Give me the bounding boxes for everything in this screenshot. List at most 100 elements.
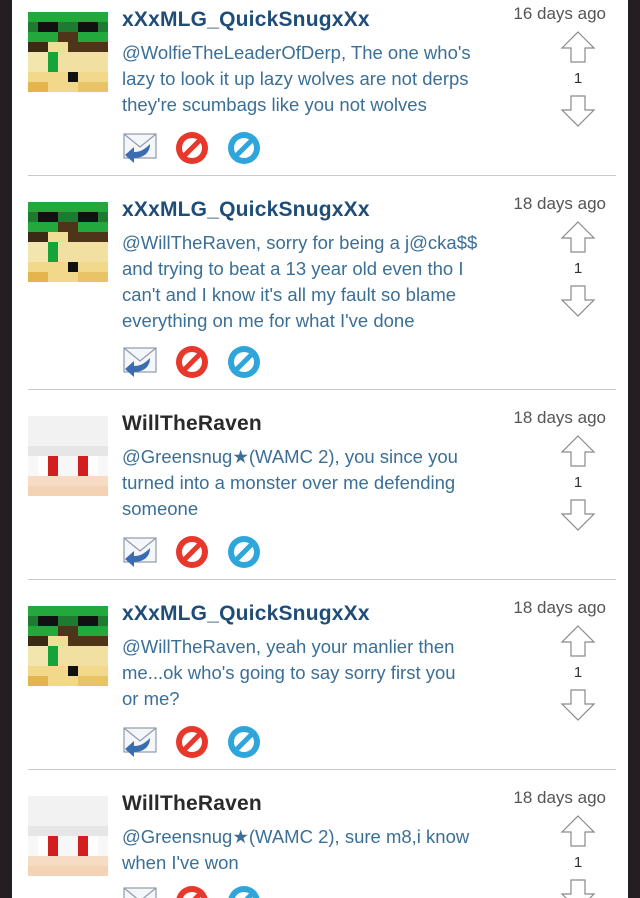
timestamp: 18 days ago: [513, 408, 606, 427]
comment-line: everything on me for what I've done: [122, 310, 415, 331]
comment-body: @WillTheRaven, sorry for being a j@cka$$…: [122, 230, 532, 334]
divider: [28, 175, 616, 176]
block-icon: [228, 536, 260, 568]
block-button[interactable]: [226, 884, 262, 898]
upvote-arrow-icon[interactable]: [560, 220, 596, 254]
reply-button[interactable]: [122, 884, 158, 898]
comment-body: @Greensnug★(WAMC 2), sure m8,i know when…: [122, 824, 532, 876]
divider: [28, 389, 616, 390]
avatar[interactable]: [28, 416, 108, 496]
vote-score: 1: [573, 474, 583, 491]
block-button[interactable]: [226, 130, 262, 166]
comment-line: @WillTheRaven, sorry for being a j@cka$$: [122, 232, 478, 253]
comment-line: turned into a monster over me defending: [122, 472, 456, 493]
comment-line: can't and I know it's all my fault so bl…: [122, 284, 457, 305]
upvote-arrow-icon[interactable]: [560, 814, 596, 848]
reply-icon: [123, 133, 157, 163]
flag-button[interactable]: [174, 344, 210, 380]
downvote-arrow-icon[interactable]: [560, 94, 596, 128]
vote-control: 1: [558, 30, 598, 128]
reply-icon: [123, 887, 157, 898]
username[interactable]: xXxMLG_QuickSnugxXx: [122, 602, 370, 626]
reply-icon: [123, 537, 157, 567]
comment-line: @Greensnug★(WAMC 2), you since you: [122, 446, 458, 467]
reply-button[interactable]: [122, 130, 158, 166]
comment-body: @WillTheRaven, yeah your manlier then me…: [122, 634, 532, 712]
upvote-arrow-icon[interactable]: [560, 434, 596, 468]
downvote-arrow-icon[interactable]: [560, 688, 596, 722]
vote-score: 1: [573, 664, 583, 681]
flag-button[interactable]: [174, 884, 210, 898]
flag-button[interactable]: [174, 724, 210, 760]
reply-button[interactable]: [122, 344, 158, 380]
username[interactable]: WillTheRaven: [122, 412, 262, 436]
no-entry-icon: [176, 132, 208, 164]
vote-score: 1: [573, 70, 583, 87]
downvote-arrow-icon[interactable]: [560, 498, 596, 532]
timestamp: 18 days ago: [513, 194, 606, 213]
comment-item: xXxMLG_QuickSnugxXx 18 days ago @WillThe…: [12, 190, 628, 390]
block-icon: [228, 726, 260, 758]
comment-actions: [122, 534, 278, 570]
vote-score: 1: [573, 854, 583, 871]
avatar[interactable]: [28, 606, 108, 686]
comment-actions: [122, 884, 278, 898]
block-icon: [228, 132, 260, 164]
comment-item: xXxMLG_QuickSnugxXx 16 days ago @WolfieT…: [12, 0, 628, 176]
downvote-arrow-icon[interactable]: [560, 284, 596, 318]
block-button[interactable]: [226, 724, 262, 760]
comment-body: @Greensnug★(WAMC 2), you since you turne…: [122, 444, 532, 522]
block-icon: [228, 346, 260, 378]
no-entry-icon: [176, 536, 208, 568]
comment-actions: [122, 130, 278, 166]
reply-icon: [123, 347, 157, 377]
divider: [28, 579, 616, 580]
reply-button[interactable]: [122, 534, 158, 570]
comment-item: xXxMLG_QuickSnugxXx 18 days ago @WillThe…: [12, 594, 628, 770]
comment-line: or me?: [122, 688, 180, 709]
avatar-mlg-icon: [28, 202, 108, 282]
avatar-mlg-icon: [28, 12, 108, 92]
comment-line: lazy to look it up lazy wolves are not d…: [122, 68, 469, 89]
avatar[interactable]: [28, 202, 108, 282]
avatar-mlg-icon: [28, 606, 108, 686]
username[interactable]: xXxMLG_QuickSnugxXx: [122, 198, 370, 222]
timestamp: 16 days ago: [513, 4, 606, 23]
no-entry-icon: [176, 346, 208, 378]
username[interactable]: WillTheRaven: [122, 792, 262, 816]
downvote-arrow-icon[interactable]: [560, 878, 596, 898]
vote-control: 1: [558, 814, 598, 898]
comment-line: @WolfieTheLeaderOfDerp, The one who's: [122, 42, 471, 63]
timestamp: 18 days ago: [513, 788, 606, 807]
avatar-raven-icon: [28, 796, 108, 876]
no-entry-icon: [176, 886, 208, 898]
comment-line: they're scumbags like you not wolves: [122, 94, 427, 115]
flag-button[interactable]: [174, 534, 210, 570]
vote-control: 1: [558, 434, 598, 532]
upvote-arrow-icon[interactable]: [560, 624, 596, 658]
block-icon: [228, 886, 260, 898]
reply-icon: [123, 727, 157, 757]
vote-control: 1: [558, 624, 598, 722]
avatar[interactable]: [28, 796, 108, 876]
comment-line: someone: [122, 498, 199, 519]
comment-item: WillTheRaven 18 days ago @Greensnug★(WAM…: [12, 404, 628, 580]
block-button[interactable]: [226, 344, 262, 380]
comments-panel: xXxMLG_QuickSnugxXx 16 days ago @WolfieT…: [12, 0, 628, 898]
avatar[interactable]: [28, 12, 108, 92]
block-button[interactable]: [226, 534, 262, 570]
reply-button[interactable]: [122, 724, 158, 760]
comment-item: WillTheRaven 18 days ago @Greensnug★(WAM…: [12, 784, 628, 898]
comment-line: @Greensnug★(WAMC 2), sure m8,i know: [122, 826, 470, 847]
comment-line: and trying to beat a 13 year old even th…: [122, 258, 464, 279]
username[interactable]: xXxMLG_QuickSnugxXx: [122, 8, 370, 32]
comment-line: @WillTheRaven, yeah your manlier then: [122, 636, 455, 657]
flag-button[interactable]: [174, 130, 210, 166]
divider: [28, 769, 616, 770]
avatar-raven-icon: [28, 416, 108, 496]
comment-body: @WolfieTheLeaderOfDerp, The one who's la…: [122, 40, 532, 118]
no-entry-icon: [176, 726, 208, 758]
vote-control: 1: [558, 220, 598, 318]
timestamp: 18 days ago: [513, 598, 606, 617]
upvote-arrow-icon[interactable]: [560, 30, 596, 64]
